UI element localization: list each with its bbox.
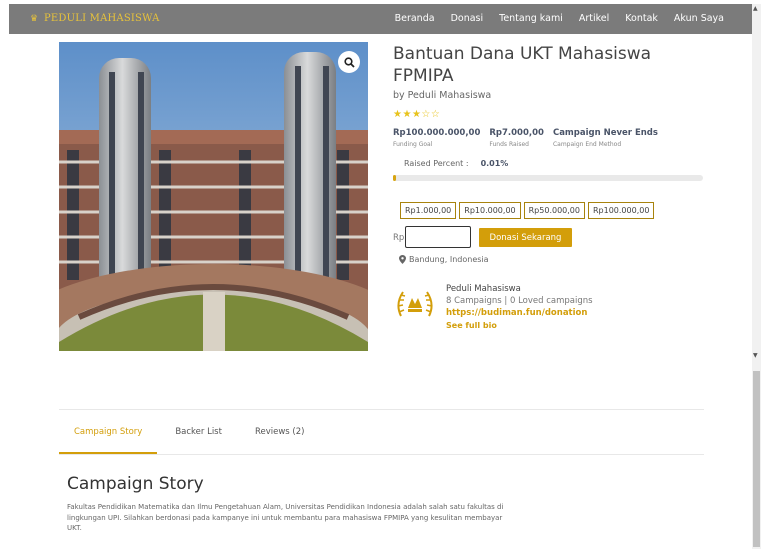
donate-now-button[interactable]: Donasi Sekarang (479, 228, 572, 247)
progress-fill (393, 175, 397, 181)
tab-backer-list[interactable]: Backer List (175, 427, 222, 437)
creator-counts: 8 Campaigns | 0 Loved campaigns (446, 296, 593, 306)
star-icon: ☆ (421, 109, 431, 120)
scroll-up-icon[interactable]: ▲ (753, 5, 758, 12)
raised-percent-value: 0.01% (480, 159, 509, 168)
star-icon: ★ (402, 109, 412, 120)
campaign-stats: Rp100.000.000,00 Funding Goal Rp7.000,00… (393, 128, 658, 148)
location-pin-icon (399, 255, 406, 264)
brand-icon: ♛ (30, 13, 39, 24)
amount-option-1000[interactable]: Rp1.000,00 (400, 202, 457, 219)
nav-item-beranda[interactable]: Beranda (395, 13, 435, 24)
browser-viewport: ♛ PEDULI MAHASISWA Beranda Donasi Tentan… (9, 4, 761, 549)
preset-amounts: Rp1.000,00 Rp10.000,00 Rp50.000,00 Rp100… (400, 202, 655, 219)
campaign-title: Bantuan Dana UKT Mahasiswa FPMIPA (393, 44, 652, 86)
amount-option-50000[interactable]: Rp50.000,00 (523, 202, 585, 219)
funding-progress-bar (393, 175, 703, 181)
creator-info: Peduli Mahasiswa 8 Campaigns | 0 Loved c… (446, 284, 593, 330)
donation-amount-input[interactable] (405, 226, 471, 248)
zoom-button[interactable] (338, 51, 360, 73)
creator-logo (395, 286, 435, 322)
campaign-location: Bandung, Indonesia (399, 255, 489, 264)
campaign-tabs: Campaign Story Backer List Reviews (2) (74, 427, 304, 437)
raised-percent: Raised Percent : 0.01% (404, 159, 508, 168)
stat-funding-goal: Rp100.000.000,00 Funding Goal (393, 128, 480, 148)
campaign-image (59, 42, 368, 351)
tab-campaign-story[interactable]: Campaign Story (74, 427, 142, 437)
brand-name: PEDULI MAHASISWA (44, 13, 160, 24)
story-heading: Campaign Story (67, 474, 204, 494)
stat-value: Campaign Never Ends (552, 128, 658, 138)
star-icon: ☆ (430, 109, 441, 120)
nav-item-kontak[interactable]: Kontak (625, 13, 658, 24)
nav-item-tentang-kami[interactable]: Tentang kami (499, 13, 563, 24)
location-text: Bandung, Indonesia (409, 255, 489, 264)
scrollbar-thumb[interactable] (753, 371, 760, 547)
stat-label: Campaign End Method (552, 141, 622, 148)
creator-url[interactable]: https://budiman.fun/donation (446, 308, 593, 318)
main-nav: Beranda Donasi Tentang kami Artikel Kont… (379, 13, 724, 24)
tab-reviews[interactable]: Reviews (2) (255, 427, 305, 437)
divider (59, 409, 704, 410)
stat-value: Rp100.000.000,00 (393, 128, 481, 138)
amount-option-100000[interactable]: Rp100.000,00 (587, 202, 655, 219)
campaign-author: by Peduli Mahasiswa (393, 90, 492, 101)
creator-name[interactable]: Peduli Mahasiswa (446, 284, 593, 294)
top-navbar: ♛ PEDULI MAHASISWA Beranda Donasi Tentan… (9, 4, 761, 34)
brand-logo[interactable]: ♛ PEDULI MAHASISWA (30, 13, 160, 24)
stat-label: Funding Goal (393, 141, 433, 148)
stat-funds-raised: Rp7.000,00 Funds Raised (489, 128, 544, 148)
nav-item-artikel[interactable]: Artikel (579, 13, 609, 24)
stat-label: Funds Raised (489, 141, 529, 148)
star-icon: ★ (411, 109, 422, 120)
rating-stars: ★★★☆☆ (393, 109, 440, 120)
scroll-down-icon[interactable]: ▼ (753, 352, 758, 359)
stat-value: Rp7.000,00 (489, 128, 544, 138)
stat-end-method: Campaign Never Ends Campaign End Method (553, 128, 658, 148)
nav-item-donasi[interactable]: Donasi (451, 13, 484, 24)
story-body: Fakultas Pendidikan Matematika dan Ilmu … (67, 503, 504, 532)
nav-item-akun-saya[interactable]: Akun Saya (674, 13, 724, 24)
amount-option-10000[interactable]: Rp10.000,00 (459, 202, 521, 219)
raised-percent-label: Raised Percent : (404, 159, 469, 168)
currency-prefix: Rp (393, 233, 405, 243)
zoom-icon (343, 56, 355, 68)
divider (59, 454, 704, 455)
see-full-bio-link[interactable]: See full bio (446, 321, 593, 330)
page-scrollbar[interactable]: ▲ ▼ (752, 4, 761, 549)
